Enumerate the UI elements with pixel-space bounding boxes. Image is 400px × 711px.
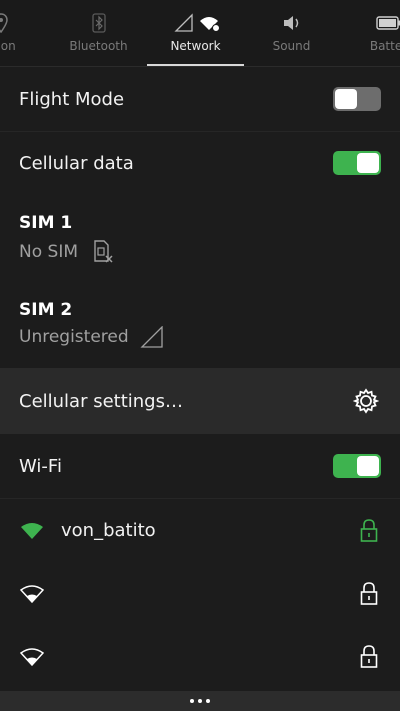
wifi-network-item[interactable] [0, 625, 400, 688]
dot [190, 699, 194, 703]
signal-empty-icon [140, 326, 164, 348]
no-sim-icon [92, 240, 114, 264]
sim1-status-line: No SIM [19, 240, 114, 264]
wifi-network-item[interactable] [0, 562, 400, 625]
tab-sound-label: Sound [272, 39, 311, 53]
sim2-status-line: Unregistered [19, 326, 164, 348]
network-icon [170, 12, 222, 34]
tab-location-label: ation [0, 39, 16, 53]
sim1-title: SIM 1 [19, 213, 73, 233]
lock-icon [360, 518, 378, 543]
dot [198, 699, 202, 703]
bottom-edge-handle[interactable] [0, 691, 400, 711]
tab-location[interactable]: ation [0, 0, 49, 66]
flight-mode-row[interactable]: Flight Mode [0, 67, 400, 131]
tab-battery-label: Batter [369, 39, 400, 53]
sim2-title: SIM 2 [19, 300, 73, 320]
wifi-network-name: von_batito [61, 520, 156, 541]
location-icon [0, 12, 8, 34]
tab-sound[interactable]: Sound [243, 0, 340, 66]
tab-network[interactable]: Network [147, 0, 244, 66]
tab-network-label: Network [170, 39, 221, 53]
wifi-network-item[interactable]: von_batito [0, 499, 400, 562]
cellular-settings-label: Cellular settings… [19, 390, 183, 412]
sim1-status: No SIM [19, 242, 78, 262]
wifi-signal-icon [20, 522, 44, 540]
cellular-data-toggle[interactable] [333, 151, 381, 175]
battery-icon [375, 12, 400, 34]
wifi-signal-icon [20, 647, 44, 666]
sound-icon [282, 12, 302, 34]
cellular-data-label: Cellular data [19, 152, 134, 174]
wifi-signal-icon [20, 584, 44, 603]
flight-mode-toggle[interactable] [333, 87, 381, 111]
gear-icon [353, 388, 379, 414]
cellular-settings-row[interactable]: Cellular settings… [0, 368, 400, 434]
bluetooth-icon [91, 12, 106, 34]
cellular-data-row[interactable]: Cellular data [0, 132, 400, 194]
wifi-label: Wi-Fi [19, 455, 62, 477]
lock-icon [360, 644, 378, 669]
tab-bluetooth[interactable]: Bluetooth [50, 0, 147, 66]
dot [206, 699, 210, 703]
wifi-row[interactable]: Wi-Fi [0, 434, 400, 498]
tab-battery[interactable]: Batter [340, 0, 400, 66]
indicator-tabs: ation Bluetooth Network Sound Batter [0, 0, 400, 66]
flight-mode-label: Flight Mode [19, 88, 125, 110]
wifi-toggle[interactable] [333, 454, 381, 478]
lock-icon [360, 581, 378, 606]
tab-bluetooth-label: Bluetooth [69, 39, 128, 53]
sim2-status: Unregistered [19, 327, 129, 347]
